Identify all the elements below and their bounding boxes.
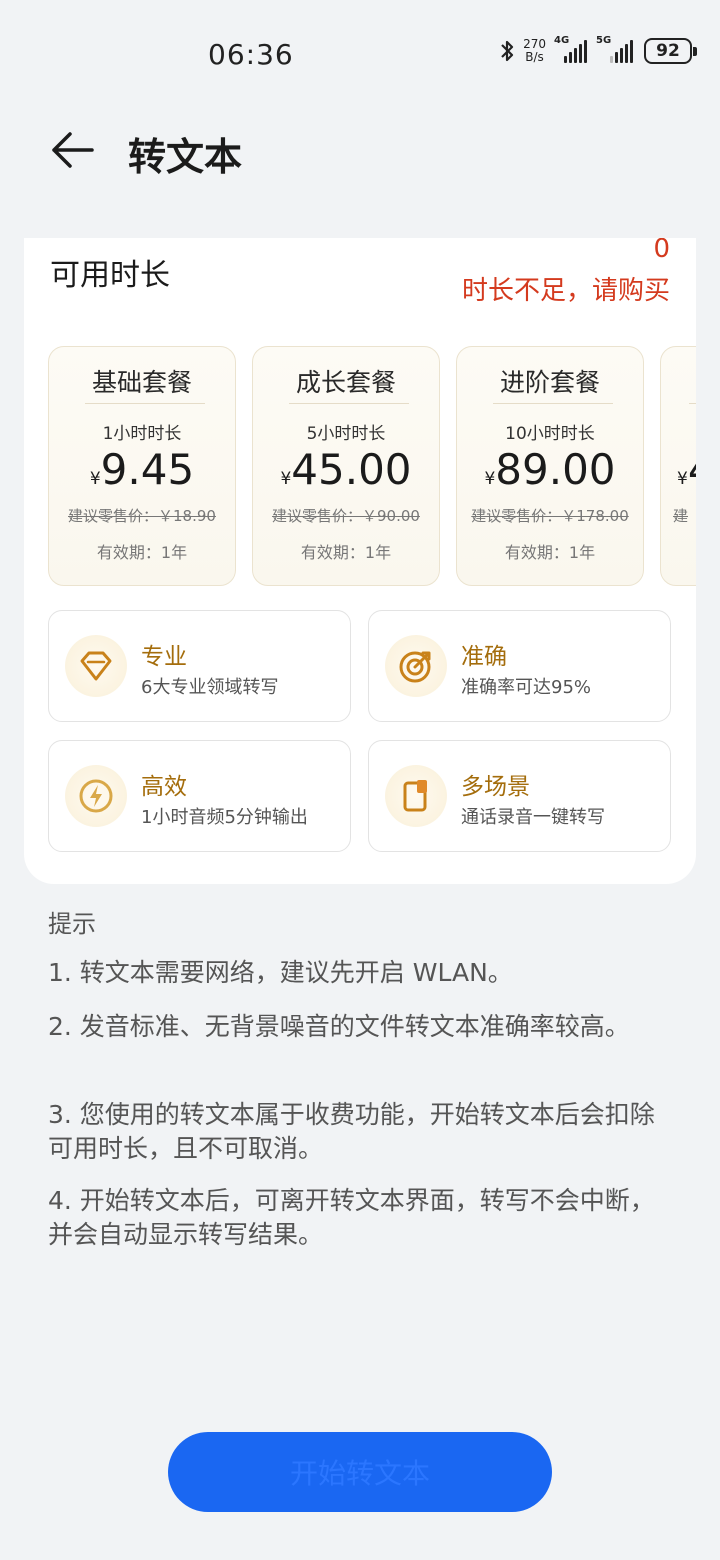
available-duration-value: 0: [653, 238, 670, 264]
signal-5g-icon: 5G: [596, 35, 636, 63]
page-title: 转文本: [128, 135, 243, 179]
insufficient-duration-tip: 时长不足，请购买: [461, 276, 670, 306]
bluetooth-icon: [501, 40, 514, 62]
feature-efficient: 高效 1小时音频5分钟输出: [48, 740, 351, 852]
tip-item: 2. 发音标准、无背景噪音的文件转文本准确率较高。: [48, 1012, 630, 1041]
lightning-icon: [65, 765, 127, 827]
status-bar: 06:36 270 B/s 4G 5G 92: [0, 0, 720, 100]
feature-title: 准确: [461, 644, 507, 670]
plan-price: 4: [688, 445, 696, 494]
tip-item: 4. 开始转文本后，可离开转文本界面，转写不会中断，并会自动显示转写结果。: [48, 1186, 655, 1249]
plan-name: 成长套餐: [295, 368, 396, 397]
plan-divider: [85, 403, 205, 404]
phone-recording-icon: [385, 765, 447, 827]
plan-divider: [493, 403, 613, 404]
plan-divider: [289, 403, 409, 404]
plan-price: 9.45: [100, 445, 195, 494]
feature-desc: 1小时音频5分钟输出: [141, 807, 308, 828]
plan-retail-price: 建议零售价：￥178.00: [471, 507, 629, 525]
back-arrow-icon: [52, 132, 94, 168]
plan-name: 进阶套餐: [499, 368, 600, 397]
plan-duration: 5小时时长: [306, 424, 386, 444]
currency-symbol: ¥: [484, 469, 496, 489]
plan-price-row: ¥89.00: [457, 445, 643, 494]
start-transcribe-button[interactable]: 开始转文本: [168, 1432, 552, 1512]
target-icon: [385, 635, 447, 697]
plan-card-basic[interactable]: 基础套餐 1小时时长 ¥9.45 建议零售价：￥18.90 有效期：1年: [48, 346, 236, 586]
back-button[interactable]: [48, 128, 96, 172]
status-time: 06:36: [208, 38, 294, 71]
feature-desc: 通话录音一键转写: [461, 807, 605, 828]
plan-price: 89.00: [495, 445, 616, 494]
purchase-card: 可用时长 0 时长不足，请购买 基础套餐 1小时时长 ¥9.45 建议零售价：￥…: [24, 238, 696, 884]
feature-multi-scene: 多场景 通话录音一键转写: [368, 740, 671, 852]
plan-divider: [689, 403, 696, 404]
currency-symbol: ¥: [280, 469, 292, 489]
feature-title: 多场景: [461, 774, 530, 800]
plan-card-partial[interactable]: ¥4 建: [660, 346, 696, 586]
currency-symbol: ¥: [89, 469, 101, 489]
plan-price: 45.00: [291, 445, 412, 494]
network-speed: 270 B/s: [523, 37, 546, 64]
plan-validity: 有效期：1年: [300, 543, 392, 562]
plan-validity: 有效期：1年: [504, 543, 596, 562]
plan-duration: 10小时时长: [505, 424, 595, 444]
feature-desc: 6大专业领域转写: [141, 677, 279, 698]
diamond-icon: [65, 635, 127, 697]
feature-desc: 准确率可达95%: [461, 677, 592, 698]
plan-price-row: ¥4: [677, 445, 696, 494]
tip-item: 1. 转文本需要网络，建议先开启 WLAN。: [48, 958, 513, 987]
plan-price-row: ¥9.45: [49, 445, 235, 494]
plan-retail-price: 建议零售价：￥18.90: [68, 507, 216, 525]
signal-4g-icon: 4G: [554, 35, 588, 63]
feature-professional: 专业 6大专业领域转写: [48, 610, 351, 722]
plan-card-growth[interactable]: 成长套餐 5小时时长 ¥45.00 建议零售价：￥90.00 有效期：1年: [252, 346, 440, 586]
plan-list[interactable]: 基础套餐 1小时时长 ¥9.45 建议零售价：￥18.90 有效期：1年 成长套…: [48, 346, 696, 586]
plan-price-row: ¥45.00: [253, 445, 439, 494]
feature-title: 专业: [141, 644, 187, 670]
plan-duration: 1小时时长: [102, 424, 182, 444]
feature-accurate: 准确 准确率可达95%: [368, 610, 671, 722]
feature-title: 高效: [141, 774, 187, 800]
tip-item: 3. 您使用的转文本属于收费功能，开始转文本后会扣除可用时长，且不可取消。: [48, 1100, 655, 1163]
battery-icon: 92: [644, 38, 697, 64]
available-duration-label: 可用时长: [50, 258, 170, 293]
plan-validity: 有效期：1年: [96, 543, 188, 562]
plan-retail-price: 建议零售价：￥90.00: [272, 507, 420, 525]
tips-title: 提示: [48, 910, 96, 938]
plan-retail-price: 建: [673, 507, 689, 525]
plan-card-advanced[interactable]: 进阶套餐 10小时时长 ¥89.00 建议零售价：￥178.00 有效期：1年: [456, 346, 644, 586]
plan-name: 基础套餐: [91, 368, 192, 397]
status-indicators: 270 B/s 4G 5G 92: [499, 35, 697, 64]
currency-symbol: ¥: [677, 469, 688, 489]
